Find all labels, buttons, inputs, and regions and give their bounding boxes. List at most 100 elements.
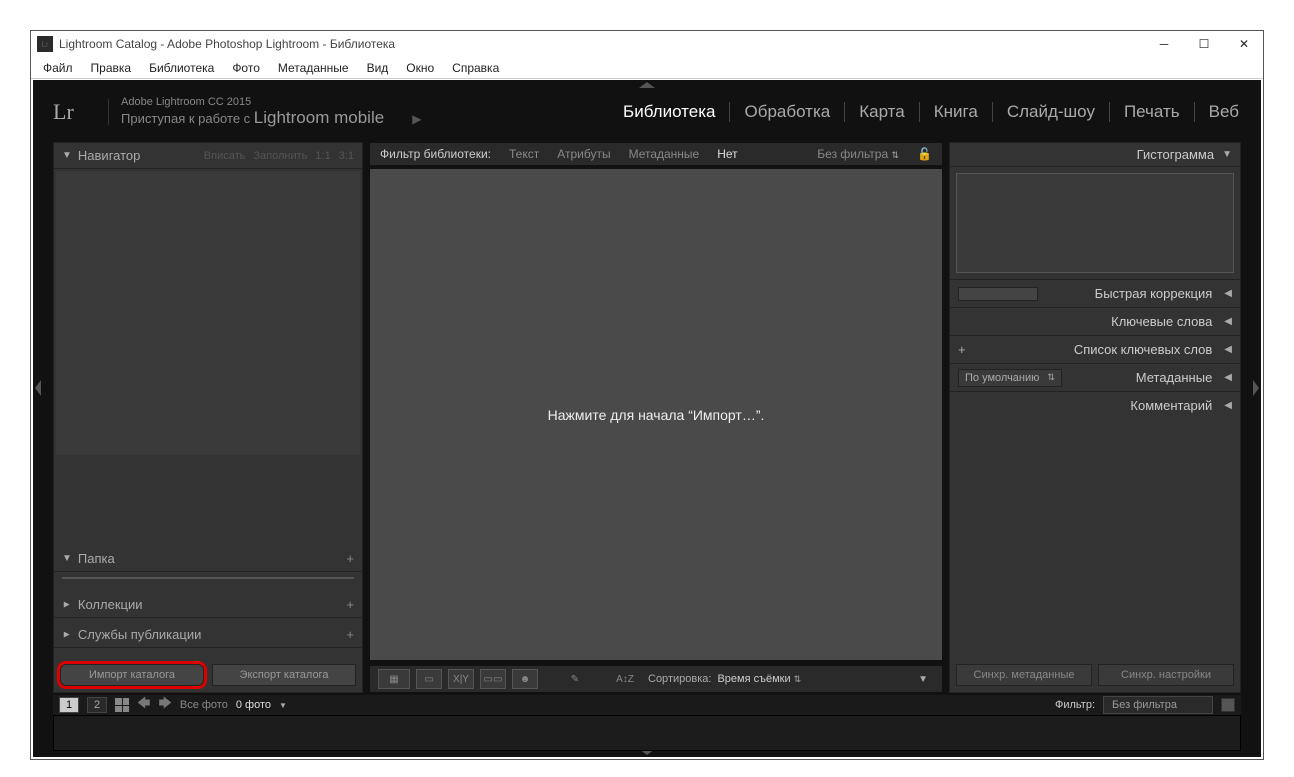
panel-collapse-top-icon[interactable] bbox=[639, 82, 655, 88]
filter-lock-button[interactable] bbox=[1221, 698, 1235, 712]
chevron-updown-icon: ⇅ bbox=[1047, 372, 1055, 383]
photo-count: 0 фото bbox=[236, 699, 271, 711]
menu-library[interactable]: Библиотека bbox=[141, 59, 222, 77]
import-catalog-button[interactable]: Импорт каталога bbox=[60, 664, 204, 686]
toolbar-menu-button[interactable]: ▼ bbox=[918, 674, 928, 685]
nav-forward-button[interactable]: 🡆 bbox=[158, 694, 171, 716]
navigator-label: Навигатор bbox=[78, 148, 140, 163]
menu-help[interactable]: Справка bbox=[444, 59, 507, 77]
app-icon: Lr bbox=[37, 36, 53, 52]
filmstrip-filter-select[interactable]: Без фильтра bbox=[1103, 696, 1213, 714]
right-panel: Гистограмма▼ Быстрая коррекция◀ Ключевые… bbox=[949, 142, 1241, 693]
module-library[interactable]: Библиотека bbox=[621, 102, 717, 122]
comments-header[interactable]: Комментарий◀ bbox=[950, 391, 1240, 419]
navigator-header[interactable]: ▼ Навигатор Вписать Заполнить 1:1 3:1 bbox=[54, 143, 362, 169]
module-slideshow[interactable]: Слайд-шоу bbox=[1005, 102, 1097, 122]
menu-edit[interactable]: Правка bbox=[83, 59, 140, 77]
menu-bar: Файл Правка Библиотека Фото Метаданные В… bbox=[31, 57, 1263, 79]
keyword-list-label: Список ключевых слов bbox=[1074, 342, 1212, 357]
nav-fit[interactable]: Вписать bbox=[204, 150, 246, 162]
add-publish-button[interactable]: + bbox=[346, 627, 354, 642]
module-print[interactable]: Печать bbox=[1122, 102, 1182, 122]
library-filter-bar: Фильтр библиотеки: Текст Атрибуты Метада… bbox=[369, 142, 943, 166]
title-bar[interactable]: Lr Lightroom Catalog - Adobe Photoshop L… bbox=[31, 31, 1263, 57]
metadata-label: Метаданные bbox=[1136, 370, 1213, 385]
add-keyword-button[interactable]: + bbox=[958, 342, 966, 357]
filter-text[interactable]: Текст bbox=[509, 147, 539, 161]
people-view-button[interactable]: ☻ bbox=[512, 669, 538, 689]
folders-label: Папка bbox=[78, 551, 115, 566]
nav-3-1[interactable]: 3:1 bbox=[339, 150, 354, 162]
menu-view[interactable]: Вид bbox=[359, 59, 397, 77]
menu-metadata[interactable]: Метаданные bbox=[270, 59, 357, 77]
window-title: Lightroom Catalog - Adobe Photoshop Ligh… bbox=[59, 37, 1157, 51]
folders-header[interactable]: ▼ Папка + bbox=[54, 546, 362, 572]
metadata-header[interactable]: По умолчанию⇅Метаданные◀ bbox=[950, 363, 1240, 391]
keywording-header[interactable]: Ключевые слова◀ bbox=[950, 307, 1240, 335]
panel-collapse-right-icon[interactable] bbox=[1253, 380, 1259, 396]
filter-none[interactable]: Нет bbox=[717, 147, 737, 161]
close-button[interactable]: ✕ bbox=[1237, 37, 1251, 51]
loupe-view-button[interactable]: ▭ bbox=[416, 669, 442, 689]
sync-metadata-button[interactable]: Синхр. метаданные bbox=[956, 664, 1092, 686]
grid-icon[interactable] bbox=[115, 698, 129, 712]
quick-develop-header[interactable]: Быстрая коррекция◀ bbox=[950, 279, 1240, 307]
filter-metadata[interactable]: Метаданные bbox=[629, 147, 700, 161]
nav-1-1[interactable]: 1:1 bbox=[315, 150, 330, 162]
mobile-link[interactable]: Приступая к работе с Lightroom mobile▶ bbox=[121, 108, 421, 128]
minimize-button[interactable]: ─ bbox=[1157, 37, 1171, 51]
module-map[interactable]: Карта bbox=[857, 102, 907, 122]
grid-viewport[interactable]: Нажмите для начала “Импорт…”. bbox=[369, 168, 943, 661]
filmstrip[interactable] bbox=[53, 715, 1241, 751]
chevron-right-icon: ▶ bbox=[412, 112, 421, 126]
nav-back-button[interactable]: 🡄 bbox=[137, 694, 150, 716]
add-collection-button[interactable]: + bbox=[346, 597, 354, 612]
source-label[interactable]: Все фото bbox=[180, 699, 228, 711]
painter-tool-button[interactable]: ✎ bbox=[562, 669, 588, 689]
second-window-button[interactable]: 2 bbox=[87, 697, 107, 713]
filter-label: Фильтр библиотеки: bbox=[380, 147, 491, 161]
menu-file[interactable]: Файл bbox=[35, 59, 81, 77]
chevron-left-icon: ◀ bbox=[1224, 288, 1232, 299]
chevron-left-icon: ◀ bbox=[1224, 344, 1232, 355]
bottom-toolbar: ▦ ▭ X|Y ▭▭ ☻ ✎ A↕Z Сортировка: Время съё… bbox=[369, 665, 943, 693]
menu-photo[interactable]: Фото bbox=[224, 59, 268, 77]
menu-window[interactable]: Окно bbox=[398, 59, 442, 77]
maximize-button[interactable]: ☐ bbox=[1197, 37, 1211, 51]
filmstrip-filter-label: Фильтр: bbox=[1055, 699, 1095, 711]
chevron-down-icon[interactable]: ▼ bbox=[279, 701, 287, 710]
publish-header[interactable]: ▼ Службы публикации + bbox=[54, 622, 362, 648]
survey-view-button[interactable]: ▭▭ bbox=[480, 669, 506, 689]
lr-logo: Lr bbox=[53, 99, 109, 125]
main-window-button[interactable]: 1 bbox=[59, 697, 79, 713]
grid-view-button[interactable]: ▦ bbox=[378, 669, 410, 689]
module-develop[interactable]: Обработка bbox=[742, 102, 832, 122]
sync-settings-button[interactable]: Синхр. настройки bbox=[1098, 664, 1234, 686]
panel-collapse-left-icon[interactable] bbox=[35, 380, 41, 396]
chevron-left-icon: ◀ bbox=[1224, 400, 1232, 411]
histogram-view bbox=[956, 173, 1234, 273]
filter-preset[interactable]: Без фильтра ⇅ bbox=[817, 147, 899, 161]
filter-attributes[interactable]: Атрибуты bbox=[557, 147, 610, 161]
histogram-header[interactable]: Гистограмма▼ bbox=[950, 143, 1240, 167]
metadata-preset-select[interactable]: По умолчанию⇅ bbox=[958, 369, 1062, 387]
center-area: Фильтр библиотеки: Текст Атрибуты Метада… bbox=[369, 142, 943, 693]
module-book[interactable]: Книга bbox=[932, 102, 980, 122]
module-web[interactable]: Веб bbox=[1207, 102, 1241, 122]
collections-header[interactable]: ▼ Коллекции + bbox=[54, 592, 362, 618]
sort-value[interactable]: Время съёмки ⇅ bbox=[717, 673, 801, 685]
lock-icon[interactable]: 🔓 bbox=[917, 147, 932, 161]
keyword-list-header[interactable]: + Список ключевых слов ◀ bbox=[950, 335, 1240, 363]
compare-view-button[interactable]: X|Y bbox=[448, 669, 474, 689]
chevron-right-icon: ▼ bbox=[61, 600, 72, 610]
folders-slider[interactable] bbox=[62, 572, 354, 584]
navigator-preview[interactable] bbox=[56, 171, 360, 455]
add-folder-button[interactable]: + bbox=[346, 551, 354, 566]
histogram-label: Гистограмма bbox=[1137, 147, 1214, 162]
export-catalog-button[interactable]: Экспорт каталога bbox=[212, 664, 356, 686]
stepper-control[interactable] bbox=[958, 287, 1038, 301]
nav-fill[interactable]: Заполнить bbox=[253, 150, 307, 162]
chevron-updown-icon: ⇅ bbox=[794, 674, 802, 684]
sort-direction-button[interactable]: A↕Z bbox=[612, 669, 638, 689]
chevron-down-icon: ▼ bbox=[62, 553, 72, 564]
